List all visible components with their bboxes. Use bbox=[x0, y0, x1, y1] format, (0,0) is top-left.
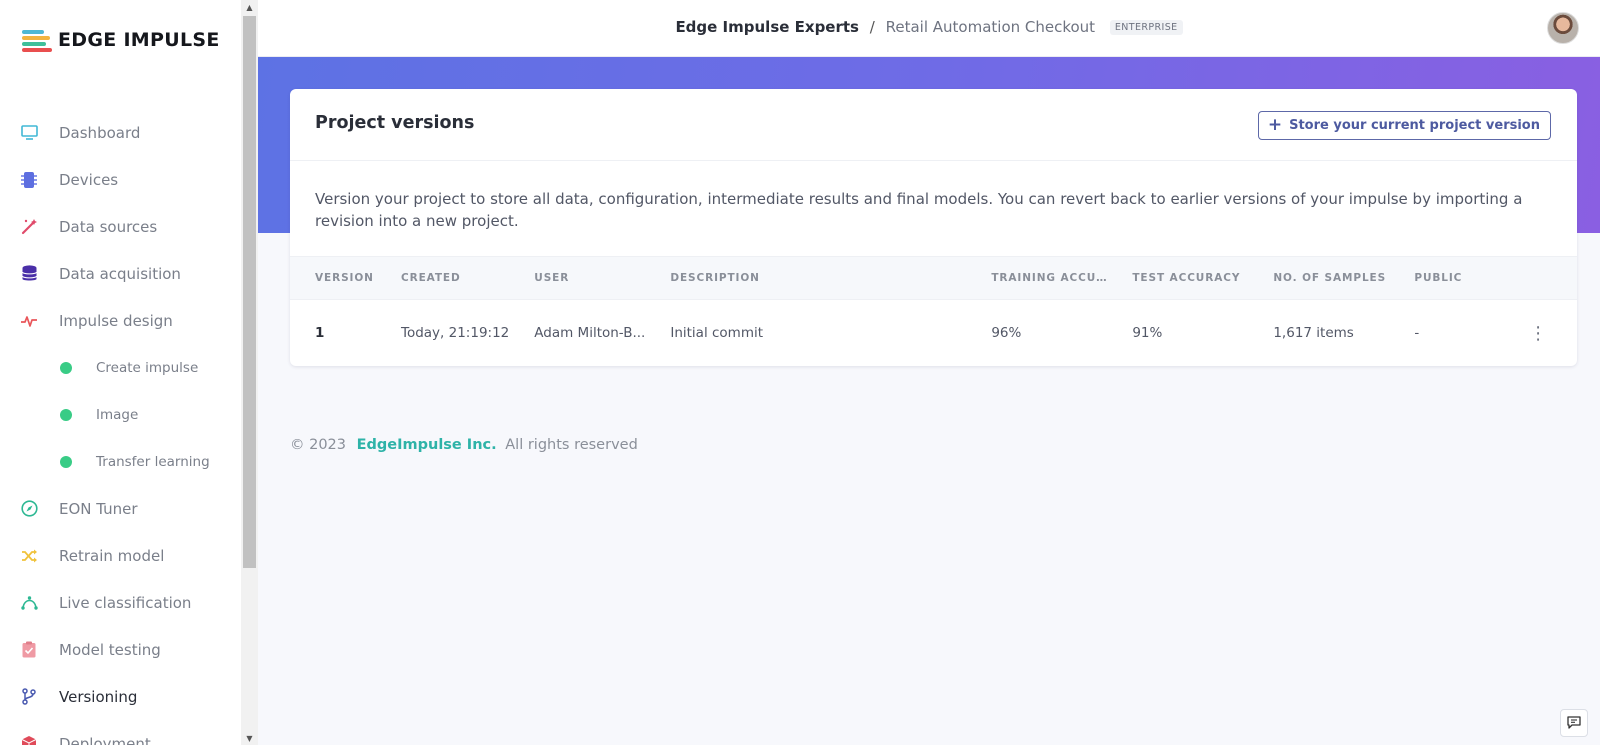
column-header-description[interactable]: DESCRIPTION bbox=[645, 256, 967, 300]
sidebar-item-data-sources[interactable]: Data sources bbox=[0, 203, 241, 250]
chat-feedback-icon bbox=[1567, 714, 1581, 733]
table-row[interactable]: 1 Today, 21:19:12 Adam Milton-B... Initi… bbox=[290, 300, 1577, 367]
database-icon bbox=[20, 265, 38, 283]
store-version-button[interactable]: + Store your current project version bbox=[1257, 111, 1551, 140]
cell-version: 1 bbox=[315, 325, 325, 342]
footer-rights: All rights reserved bbox=[505, 437, 638, 453]
logo-text: EDGE IMPULSE bbox=[58, 29, 220, 51]
breadcrumb-organization[interactable]: Edge Impulse Experts bbox=[675, 18, 859, 36]
column-header-public[interactable]: PUBLIC bbox=[1389, 256, 1500, 300]
sidebar-item-label: Create impulse bbox=[96, 359, 199, 376]
sidebar-item-retrain-model[interactable]: Retrain model bbox=[0, 532, 241, 579]
sidebar-item-label: Retrain model bbox=[59, 546, 165, 565]
sidebar-subitem-image[interactable]: Image bbox=[0, 391, 241, 438]
sidebar-item-dashboard[interactable]: Dashboard bbox=[0, 109, 241, 156]
sidebar-item-label: Image bbox=[96, 406, 139, 423]
status-dot-icon bbox=[60, 408, 72, 421]
page-footer: © 2023 EdgeImpulse Inc. All rights reser… bbox=[290, 437, 638, 453]
cell-training-accuracy: 96% bbox=[991, 325, 1022, 342]
column-header-training-accuracy[interactable]: TRAINING ACCURA... bbox=[966, 256, 1108, 300]
logo-mark-icon bbox=[22, 29, 54, 52]
sidebar-subitem-transfer-learning[interactable]: Transfer learning bbox=[0, 438, 241, 485]
column-header-samples[interactable]: NO. OF SAMPLES bbox=[1248, 256, 1390, 300]
column-header-version[interactable]: VERSION bbox=[290, 256, 376, 300]
more-vertical-icon[interactable]: ⋮ bbox=[1529, 323, 1547, 344]
monitor-icon bbox=[20, 124, 38, 142]
sidebar-item-label: Dashboard bbox=[59, 123, 141, 142]
cell-actions: ⋮ bbox=[1499, 300, 1577, 367]
sidebar-nav: Dashboard Devices Data sources Data acqu… bbox=[0, 109, 241, 745]
breadcrumb: Edge Impulse Experts / Retail Automation… bbox=[258, 18, 1600, 36]
clipboard-check-icon bbox=[20, 641, 38, 659]
column-header-created[interactable]: CREATED bbox=[376, 256, 510, 300]
sidebar-item-label: Impulse design bbox=[59, 311, 173, 330]
cell-public: - bbox=[1414, 325, 1420, 342]
sidebar-item-label: Devices bbox=[59, 170, 119, 189]
sidebar-item-model-testing[interactable]: Model testing bbox=[0, 626, 241, 673]
sidebar-item-label: Data sources bbox=[59, 217, 158, 236]
sidebar-item-label: Model testing bbox=[59, 640, 161, 659]
sidebar-item-devices[interactable]: Devices bbox=[0, 156, 241, 203]
breadcrumb-separator: / bbox=[869, 18, 875, 36]
shuffle-icon bbox=[20, 547, 38, 565]
cell-description: Initial commit bbox=[670, 325, 764, 342]
sidebar-item-label: Versioning bbox=[59, 687, 138, 706]
sidebar-subitem-create-impulse[interactable]: Create impulse bbox=[0, 344, 241, 391]
cube-icon bbox=[20, 735, 38, 745]
cell-test-accuracy: 91% bbox=[1132, 325, 1163, 342]
chip-icon bbox=[20, 171, 38, 189]
table-header-row: VERSION CREATED USER DESCRIPTION TRAININ… bbox=[290, 256, 1577, 300]
breadcrumb-project[interactable]: Retail Automation Checkout bbox=[886, 18, 1095, 36]
status-dot-icon bbox=[60, 361, 72, 374]
card-header: Project versions + Store your current pr… bbox=[290, 89, 1577, 161]
sidebar-item-live-classification[interactable]: Live classification bbox=[0, 579, 241, 626]
column-header-test-accuracy[interactable]: TEST ACCURACY bbox=[1107, 256, 1249, 300]
wand-icon bbox=[20, 218, 38, 236]
project-versions-card: Project versions + Store your current pr… bbox=[290, 89, 1577, 366]
status-dot-icon bbox=[60, 455, 72, 468]
footer-company-link[interactable]: EdgeImpulse Inc. bbox=[357, 437, 497, 453]
scroll-down-icon[interactable]: ▼ bbox=[241, 731, 258, 745]
sidebar-item-data-acquisition[interactable]: Data acquisition bbox=[0, 250, 241, 297]
top-header: Edge Impulse Experts / Retail Automation… bbox=[258, 0, 1600, 57]
sidebar-item-label: Deployment bbox=[59, 734, 151, 745]
sidebar-item-label: Transfer learning bbox=[96, 453, 210, 470]
enterprise-badge: ENTERPRISE bbox=[1109, 20, 1183, 35]
sidebar: EDGE IMPULSE Dashboard Devices Data sour… bbox=[0, 0, 241, 745]
sidebar-item-versioning[interactable]: Versioning bbox=[0, 673, 241, 720]
scroll-up-icon[interactable]: ▲ bbox=[241, 0, 258, 14]
pulse-icon bbox=[20, 312, 38, 330]
store-version-label: Store your current project version bbox=[1289, 118, 1540, 133]
scrollbar-thumb[interactable] bbox=[243, 16, 256, 568]
page-title: Project versions bbox=[315, 113, 475, 133]
cell-user: Adam Milton-B... bbox=[534, 325, 646, 342]
column-header-actions bbox=[1499, 256, 1577, 300]
versions-table: VERSION CREATED USER DESCRIPTION TRAININ… bbox=[290, 256, 1577, 366]
edge-impulse-logo[interactable]: EDGE IMPULSE bbox=[22, 29, 220, 52]
compass-icon bbox=[20, 500, 38, 518]
git-branch-icon bbox=[20, 688, 38, 706]
feedback-button[interactable] bbox=[1560, 709, 1588, 737]
sidebar-item-deployment[interactable]: Deployment bbox=[0, 720, 241, 745]
sidebar-item-label: Live classification bbox=[59, 593, 192, 612]
cell-samples: 1,617 items bbox=[1273, 325, 1354, 342]
user-avatar[interactable] bbox=[1547, 12, 1579, 44]
bezier-icon bbox=[20, 594, 38, 612]
versions-description: Version your project to store all data, … bbox=[315, 190, 1523, 230]
sidebar-item-label: Data acquisition bbox=[59, 264, 181, 283]
footer-copyright: © 2023 bbox=[290, 437, 347, 453]
column-header-user[interactable]: USER bbox=[509, 256, 646, 300]
sidebar-item-label: EON Tuner bbox=[59, 499, 138, 518]
plus-icon: + bbox=[1267, 115, 1283, 135]
sidebar-item-impulse-design[interactable]: Impulse design bbox=[0, 297, 241, 344]
cell-created: Today, 21:19:12 bbox=[401, 325, 510, 342]
sidebar-item-eon-tuner[interactable]: EON Tuner bbox=[0, 485, 241, 532]
sidebar-scrollbar[interactable]: ▲ ▼ bbox=[241, 0, 258, 745]
